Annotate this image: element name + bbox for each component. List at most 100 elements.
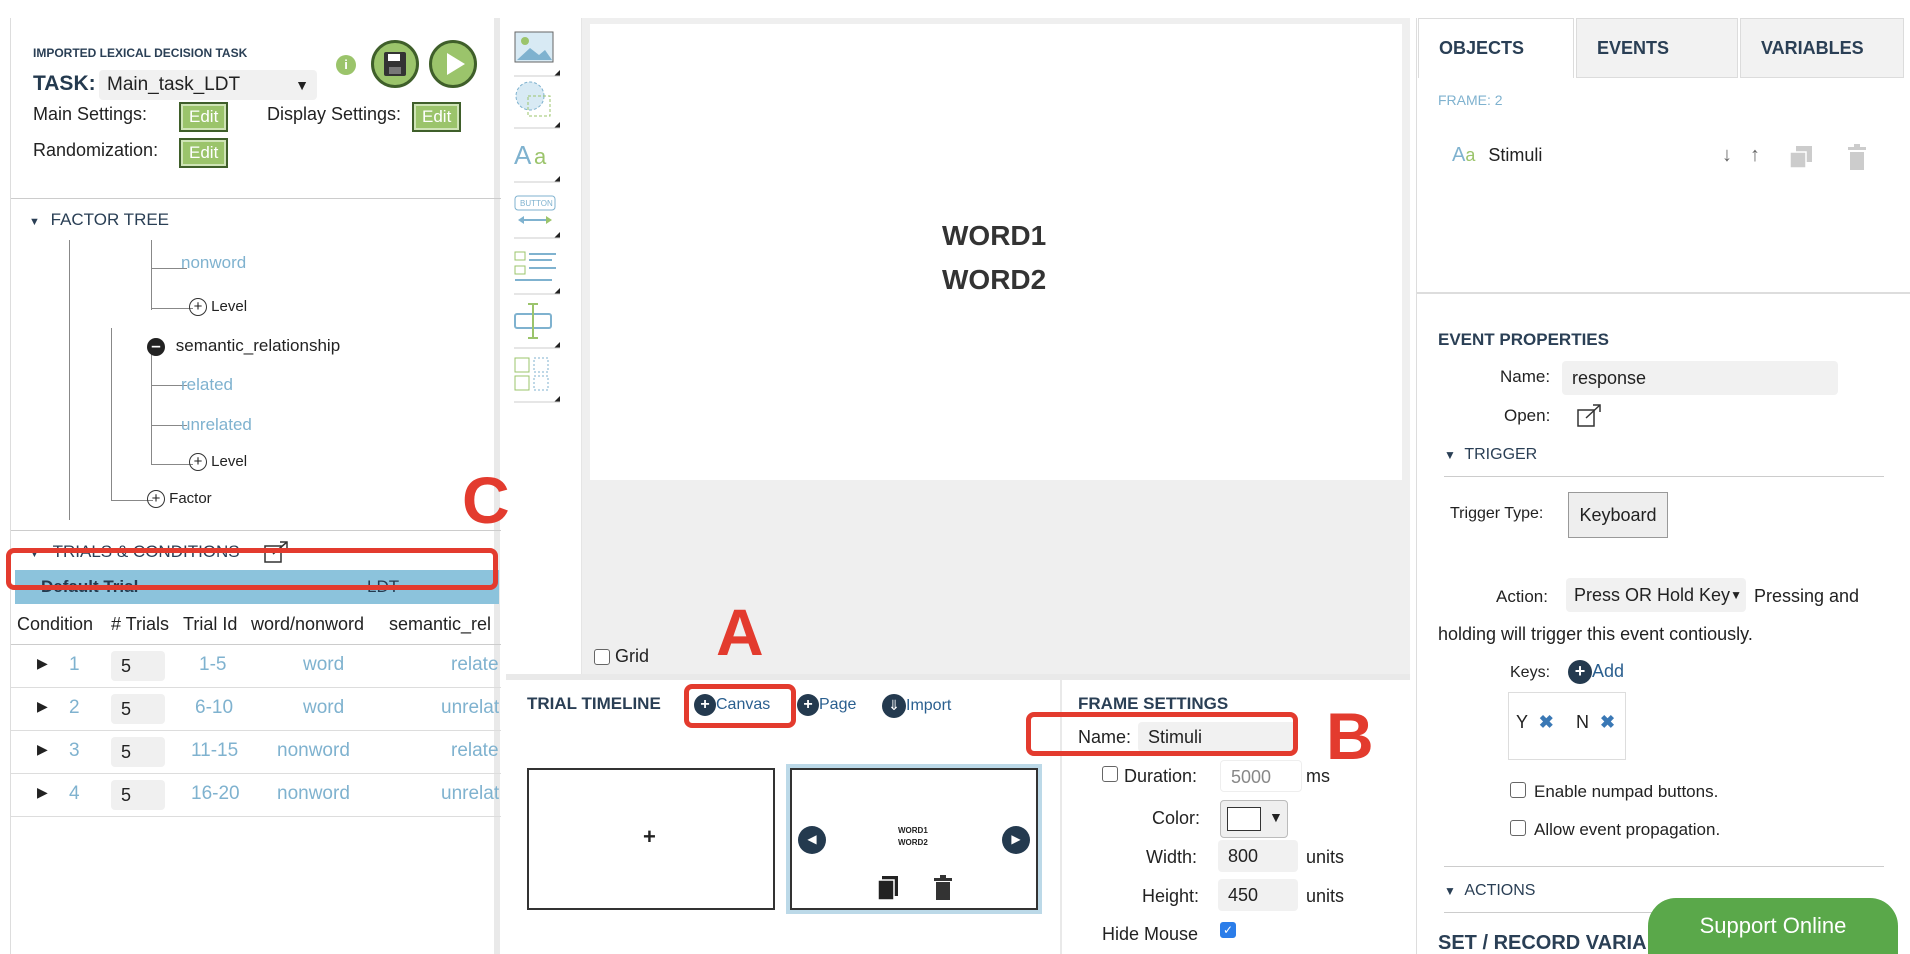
- tab-variables-label: VARIABLES: [1761, 38, 1864, 58]
- add-page-button[interactable]: + Page: [797, 694, 856, 716]
- word-nonword-cell: nonword: [277, 783, 350, 804]
- add-key-button[interactable]: + Add: [1568, 660, 1624, 684]
- trials-count-input[interactable]: 5: [111, 780, 165, 810]
- input-tool-icon[interactable]: [512, 300, 562, 350]
- factor-semantic-relationship[interactable]: – semantic_relationship: [147, 336, 340, 356]
- prev-frame-icon[interactable]: ◀: [798, 826, 826, 854]
- expand-arrow-icon[interactable]: ▶: [37, 741, 48, 758]
- col-header-trials: # Trials: [111, 614, 170, 634]
- info-icon[interactable]: i: [336, 55, 356, 75]
- table-row[interactable]: ▶ 2 5 6-10 word unrelat: [11, 688, 501, 731]
- trial-id-cell: 16-20: [191, 783, 240, 804]
- main-settings-edit-button[interactable]: Edit: [179, 102, 229, 132]
- support-online-button[interactable]: Support Online: [1648, 898, 1898, 954]
- duration-checkbox[interactable]: [1102, 766, 1118, 782]
- numpad-checkbox[interactable]: [1510, 782, 1526, 798]
- table-row[interactable]: ▶ 1 5 1-5 word relate: [11, 645, 501, 688]
- grid-toggle[interactable]: Grid: [594, 646, 649, 667]
- word-nonword-cell: word: [303, 697, 345, 718]
- grid-tool-icon[interactable]: [512, 354, 562, 404]
- text-tool-icon[interactable]: Aa: [512, 134, 562, 184]
- color-picker[interactable]: ▼: [1220, 800, 1288, 838]
- display-settings-edit-button[interactable]: Edit: [412, 102, 462, 132]
- tab-objects-label: OBJECTS: [1439, 38, 1525, 58]
- width-unit: units: [1306, 847, 1345, 867]
- expand-arrow-icon[interactable]: ▶: [37, 655, 48, 672]
- actions-section-header[interactable]: ▼ ACTIONS: [1444, 882, 1535, 900]
- trash-icon[interactable]: [932, 874, 954, 907]
- shape-tool-icon[interactable]: [512, 80, 562, 130]
- run-button[interactable]: [429, 40, 477, 88]
- delete-object-icon[interactable]: [1846, 144, 1868, 177]
- timeline-frame-1[interactable]: +: [527, 768, 775, 910]
- factor-level-unrelated[interactable]: unrelated: [181, 415, 252, 435]
- action-select[interactable]: Press OR Hold Key ▼: [1566, 578, 1746, 612]
- move-down-icon[interactable]: ↓: [1722, 144, 1732, 167]
- list-tool-icon[interactable]: [512, 246, 562, 296]
- annotation-box-a: [684, 684, 796, 728]
- move-up-icon[interactable]: ↑: [1750, 144, 1760, 167]
- trigger-type-button[interactable]: Keyboard: [1568, 492, 1668, 538]
- action-select-value: Press OR Hold Key: [1574, 585, 1731, 605]
- add-level-button[interactable]: + Level: [189, 298, 247, 316]
- width-input[interactable]: 800: [1218, 840, 1298, 872]
- remove-key-y-icon[interactable]: ✖: [1539, 712, 1554, 732]
- trials-count-input[interactable]: 5: [111, 651, 165, 681]
- save-button[interactable]: [371, 40, 419, 88]
- trial-id-cell: 11-15: [191, 740, 239, 761]
- stimulus-word2[interactable]: WORD2: [942, 264, 1046, 296]
- tab-variables[interactable]: VARIABLES: [1740, 18, 1904, 78]
- table-row[interactable]: ▶ 3 5 11-15 nonword relate: [11, 731, 501, 774]
- task-select[interactable]: Main_task_LDT ▼: [99, 70, 317, 100]
- tab-objects[interactable]: OBJECTS: [1418, 18, 1574, 78]
- factor-tree-title: FACTOR TREE: [50, 210, 170, 229]
- hide-mouse-checkbox[interactable]: ✓: [1220, 922, 1236, 938]
- button-tool-icon[interactable]: BUTTON: [512, 190, 562, 240]
- remove-key-n-icon[interactable]: ✖: [1600, 712, 1615, 732]
- randomization-edit-button[interactable]: Edit: [179, 138, 229, 168]
- factor-level-nonword[interactable]: nonword: [181, 253, 246, 273]
- next-frame-icon[interactable]: ▶: [1002, 826, 1030, 854]
- stage-canvas[interactable]: WORD1 WORD2: [590, 24, 1402, 480]
- trigger-section-header[interactable]: ▼ TRIGGER: [1444, 446, 1537, 464]
- trigger-type-label: Trigger Type:: [1450, 505, 1544, 522]
- hide-mouse-label: Hide Mouse: [1102, 924, 1199, 944]
- word-nonword-cell: word: [303, 654, 345, 675]
- add-key-label: Add: [1592, 660, 1625, 681]
- image-tool-icon[interactable]: [512, 28, 562, 78]
- duration-input[interactable]: 5000: [1220, 760, 1302, 792]
- add-level-button[interactable]: + Level: [189, 453, 247, 471]
- factor-tree-header[interactable]: ▼ FACTOR TREE: [29, 210, 169, 230]
- stimulus-word1[interactable]: WORD1: [942, 220, 1046, 252]
- text-object-icon: A: [1452, 144, 1466, 166]
- duplicate-icon[interactable]: [876, 874, 900, 907]
- tab-events[interactable]: EVENTS: [1576, 18, 1738, 78]
- add-factor-button[interactable]: + Factor: [147, 490, 212, 508]
- timeline-frame-2[interactable]: ◀ ▶ WORD1 WORD2: [786, 764, 1042, 914]
- plus-circle-icon: +: [189, 453, 207, 471]
- annotation-letter-a: A: [716, 595, 764, 669]
- expand-arrow-icon[interactable]: ▶: [37, 784, 48, 801]
- height-input[interactable]: 450: [1218, 879, 1298, 911]
- import-button[interactable]: ⇓ Import: [882, 694, 951, 718]
- expand-arrow-icon[interactable]: ▶: [37, 698, 48, 715]
- duplicate-object-icon[interactable]: [1788, 144, 1814, 175]
- trial-timeline-title: TRIAL TIMELINE: [527, 694, 661, 713]
- propagation-checkbox[interactable]: [1510, 820, 1526, 836]
- propagation-label: Allow event propagation.: [1534, 820, 1721, 839]
- factor-level-related[interactable]: related: [181, 375, 233, 395]
- event-name-input[interactable]: response: [1562, 361, 1838, 395]
- app-window: IMPORTED LEXICAL DECISION TASK TASK: Mai…: [0, 0, 1910, 954]
- grid-checkbox[interactable]: [594, 649, 610, 666]
- trials-count-input[interactable]: 5: [111, 694, 165, 724]
- frame-indicator: FRAME: 2: [1438, 92, 1503, 108]
- open-external-icon[interactable]: [1576, 402, 1604, 433]
- object-row-stimuli[interactable]: Aa Stimuli: [1452, 144, 1542, 167]
- divider: [11, 530, 501, 531]
- annotation-box-b: [1026, 712, 1298, 756]
- task-label: TASK:: [33, 72, 96, 95]
- trials-count-input[interactable]: 5: [111, 737, 165, 767]
- semantic-cell: relate: [451, 740, 499, 761]
- tab-events-label: EVENTS: [1597, 38, 1670, 58]
- table-row[interactable]: ▶ 4 5 16-20 nonword unrelat: [11, 774, 501, 817]
